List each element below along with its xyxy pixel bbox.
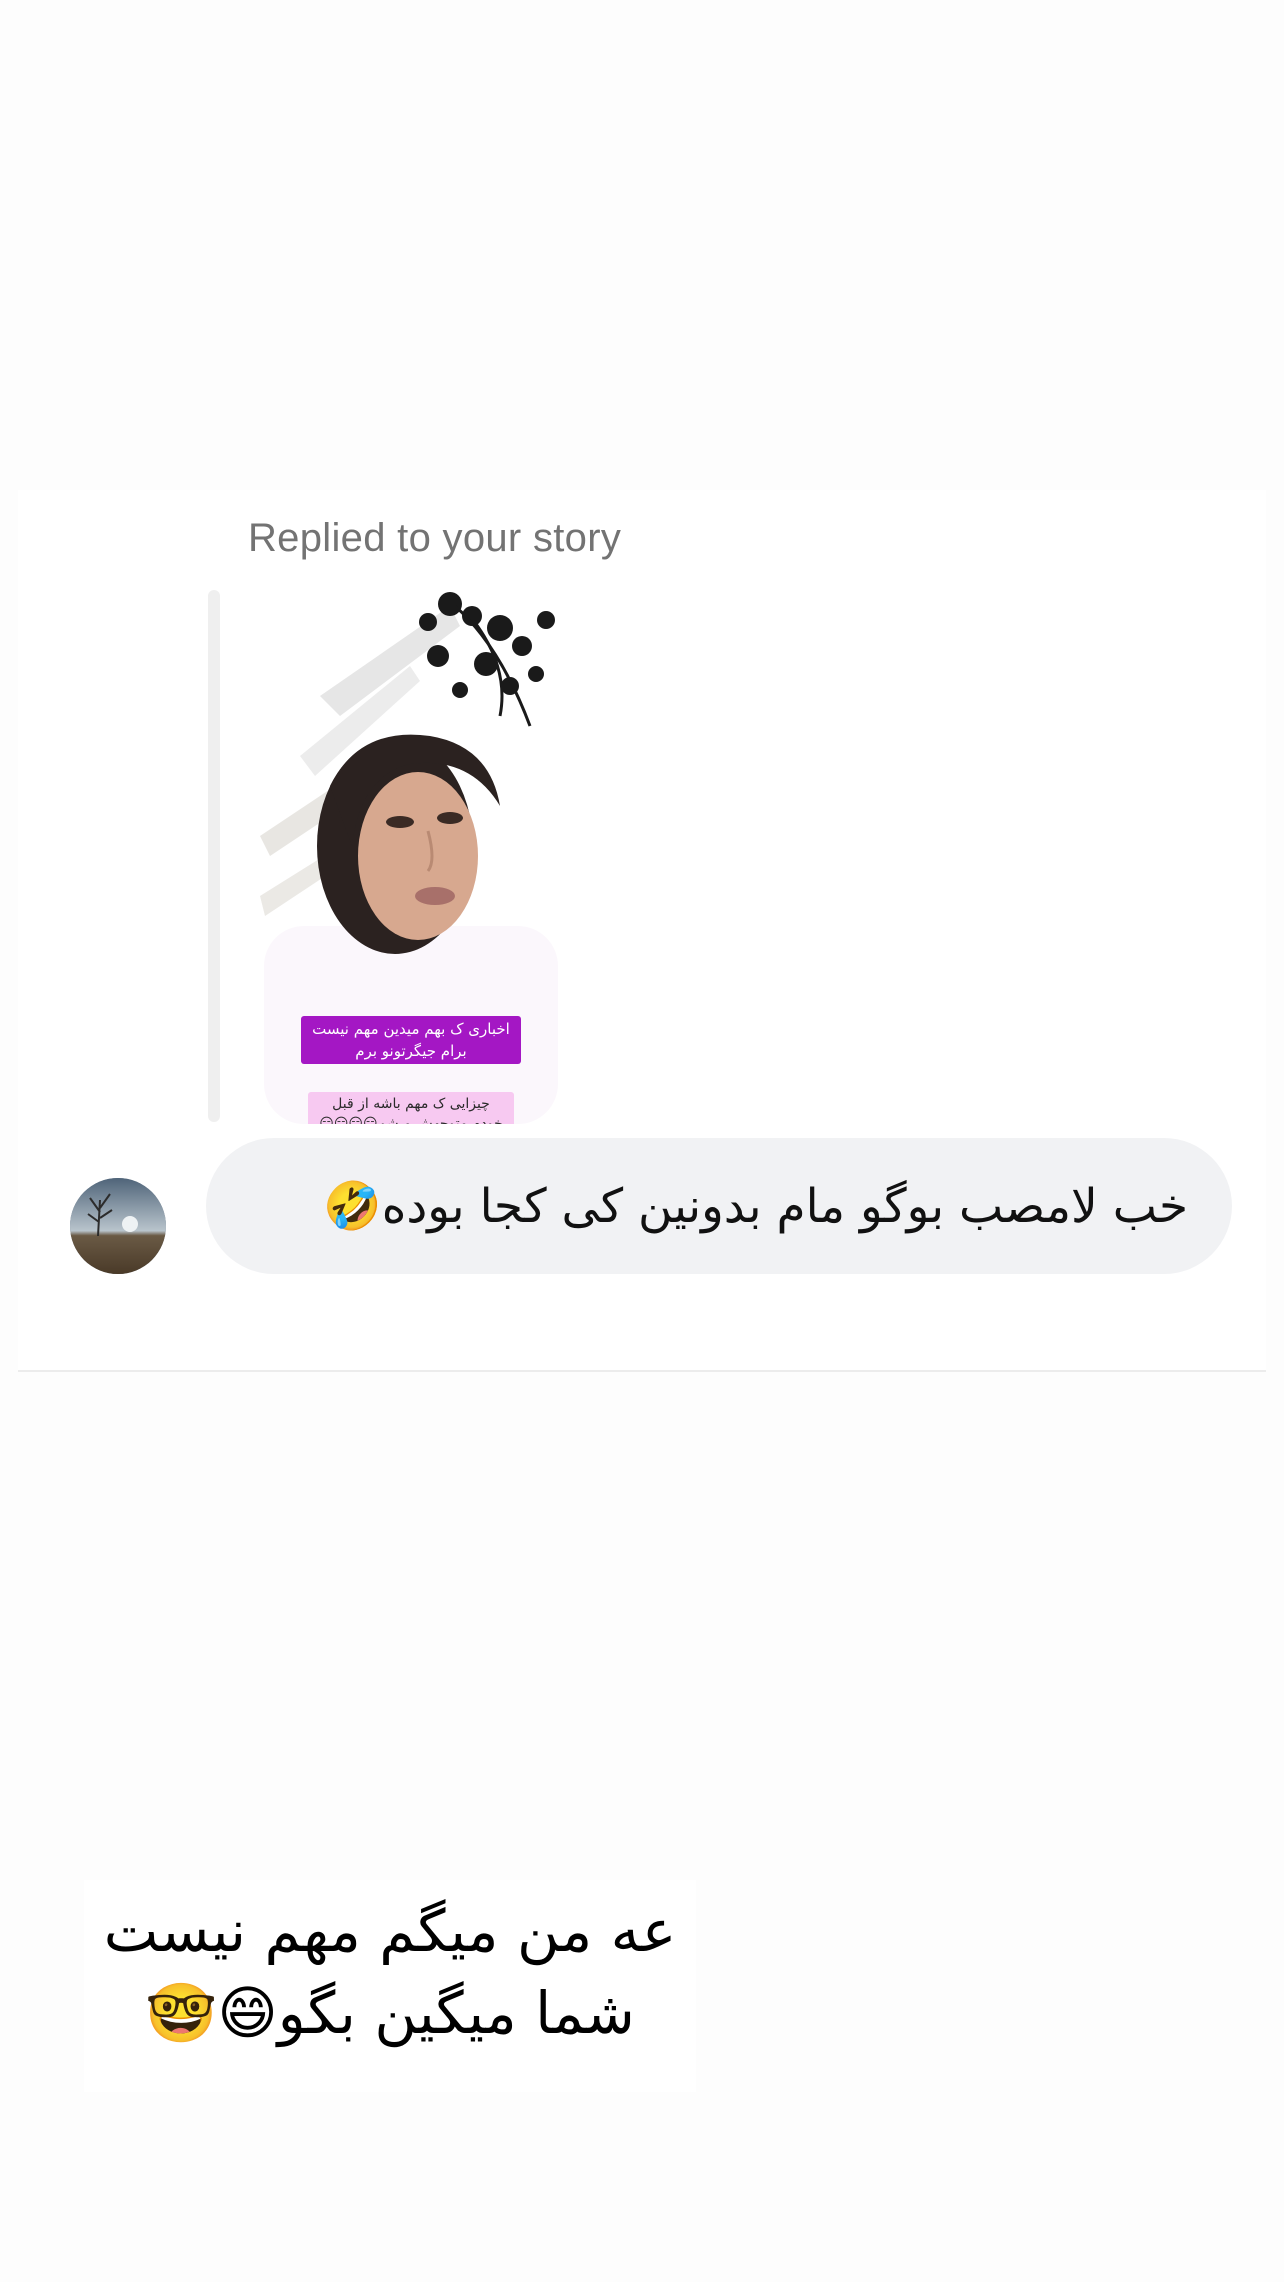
- avatar-photo: [70, 1178, 166, 1274]
- reply-message-text: خب لامصب بوگو مام بدونین کی کجا بوده🤣: [323, 1178, 1188, 1234]
- story-thumbnail[interactable]: اخباری ک بهم میدین مهم نیست برام جیگرتون…: [260, 586, 562, 1124]
- screen: Replied to your story اخباری ک بهم میدین…: [0, 0, 1284, 2282]
- replied-to-story-label: Replied to your story: [248, 516, 622, 560]
- quote-bar: [208, 590, 220, 1122]
- overlay-text-line-2: شما میگین بگو😄🤓: [145, 1979, 635, 2047]
- story-caption-primary: اخباری ک بهم میدین مهم نیست برام جیگرتون…: [260, 1016, 562, 1064]
- reply-message-bubble[interactable]: خب لامصب بوگو مام بدونین کی کجا بوده🤣: [206, 1138, 1232, 1274]
- sender-avatar[interactable]: [70, 1178, 166, 1274]
- story-reply-card: Replied to your story اخباری ک بهم میدین…: [18, 490, 1266, 1372]
- story-caption-secondary: چیزایی ک مهم باشه از قبل خودم متوجهش میش…: [260, 1092, 562, 1124]
- overlay-text: عه من میگم مهم نیست شما میگین بگو😄🤓: [80, 1890, 700, 2054]
- overlay-text-line-1: عه من میگم مهم نیست: [103, 1897, 677, 1965]
